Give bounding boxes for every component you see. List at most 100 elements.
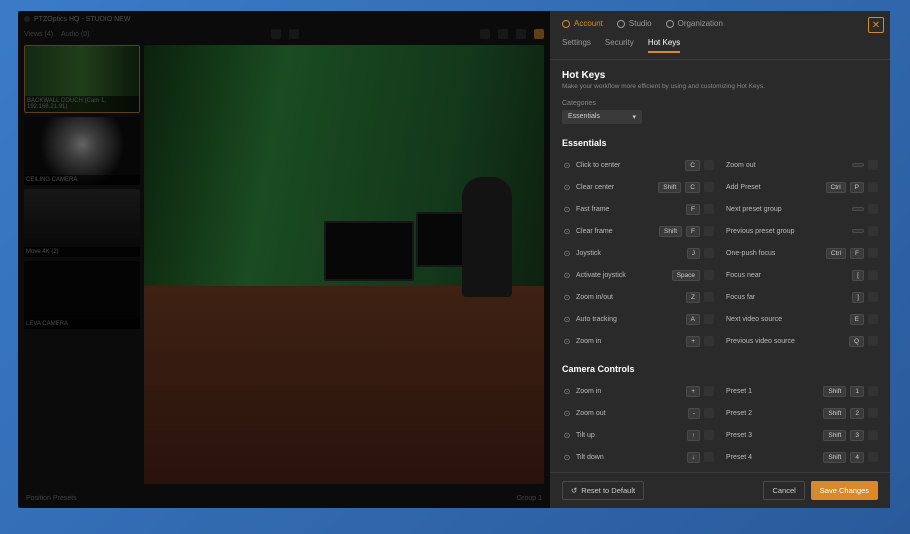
hotkey-name: Zoom in <box>576 338 682 345</box>
action-icon: ⊙ <box>562 182 572 192</box>
edit-hotkey-button[interactable] <box>704 314 714 324</box>
key-badge <box>852 207 864 211</box>
action-icon: ⊙ <box>562 204 572 214</box>
audio-label[interactable]: Audio (0) <box>61 31 89 38</box>
reset-button[interactable]: ↺Reset to Default <box>562 481 644 500</box>
key-badge: ] <box>852 292 864 303</box>
tab-organization[interactable]: Organization <box>666 19 723 28</box>
key-badge: 2 <box>850 408 864 419</box>
edit-hotkey-button[interactable] <box>704 452 714 462</box>
edit-hotkey-button[interactable] <box>868 408 878 418</box>
hotkey-name: Preset 1 <box>726 388 819 395</box>
camera-controls-grid: ⊙Zoom in+Preset 1Shift1⊙Zoom out-Preset … <box>562 382 878 472</box>
edit-hotkey-button[interactable] <box>704 204 714 214</box>
camera-thumbs: BACKWALL COUCH (Cam 1, 192.168.21.91) CE… <box>24 45 140 484</box>
edit-hotkey-button[interactable] <box>868 452 878 462</box>
tab-settings[interactable]: Settings <box>562 38 591 53</box>
hotkey-name: Next preset group <box>726 206 848 213</box>
layout-grid-icon[interactable] <box>271 29 281 39</box>
hotkey-name: Tilt down <box>576 454 683 461</box>
key-badge: Shift <box>823 452 846 463</box>
action-icon: ⊙ <box>562 408 572 418</box>
hotkey-row: Previous preset group <box>726 222 878 240</box>
edit-hotkey-button[interactable] <box>704 292 714 302</box>
layout-list-icon[interactable] <box>289 29 299 39</box>
key-badge: Shift <box>823 430 846 441</box>
edit-hotkey-button[interactable] <box>704 160 714 170</box>
key-badge: C <box>685 160 700 171</box>
app-window: PTZOptics HQ - STUDIO NEW Views (4) Audi… <box>18 11 890 508</box>
main-row: BACKWALL COUCH (Cam 1, 192.168.21.91) CE… <box>18 41 550 488</box>
window-title: PTZOptics HQ - STUDIO NEW <box>34 16 130 23</box>
edit-hotkey-button[interactable] <box>868 160 878 170</box>
hotkey-name: Activate joystick <box>576 272 668 279</box>
hotkey-name: One-push focus <box>726 250 822 257</box>
hotkey-name: Previous preset group <box>726 228 848 235</box>
cancel-button[interactable]: Cancel <box>763 481 804 500</box>
save-button[interactable]: Save Changes <box>811 481 878 500</box>
edit-hotkey-button[interactable] <box>704 430 714 440</box>
action-icon: ⊙ <box>562 248 572 258</box>
key-badge <box>852 229 864 233</box>
edit-hotkey-button[interactable] <box>704 248 714 258</box>
action-icon: ⊙ <box>562 386 572 396</box>
views-label[interactable]: Views (4) <box>24 31 53 38</box>
camera-preview[interactable] <box>144 45 544 484</box>
edit-hotkey-button[interactable] <box>868 292 878 302</box>
hotkey-name: Tilt up <box>576 432 683 439</box>
action-icon: ⊙ <box>562 452 572 462</box>
record-icon[interactable] <box>534 29 544 39</box>
edit-hotkey-button[interactable] <box>868 430 878 440</box>
edit-hotkey-button[interactable] <box>868 204 878 214</box>
tab-studio[interactable]: Studio <box>617 19 652 28</box>
edit-hotkey-button[interactable] <box>704 386 714 396</box>
tool-icon-3[interactable] <box>516 29 526 39</box>
edit-hotkey-button[interactable] <box>868 226 878 236</box>
section-camera-controls: Camera Controls <box>562 364 878 374</box>
edit-hotkey-button[interactable] <box>868 270 878 280</box>
key-badge: F <box>686 226 700 237</box>
key-badge: A <box>686 314 700 325</box>
hotkey-row: ⊙Zoom out- <box>562 404 714 422</box>
tab-account[interactable]: Account <box>562 19 603 28</box>
key-badge: - <box>688 408 700 419</box>
hotkey-row: ⊙Auto trackingA <box>562 310 714 328</box>
hotkey-row: Previous video sourceQ <box>726 332 878 350</box>
camera-thumb[interactable]: BACKWALL COUCH (Cam 1, 192.168.21.91) <box>24 45 140 113</box>
tool-icon-2[interactable] <box>498 29 508 39</box>
thumb-label: CEILING CAMERA <box>24 175 140 185</box>
key-badge: Shift <box>659 226 682 237</box>
key-badge: Ctrl <box>826 248 846 259</box>
close-button[interactable]: ✕ <box>868 17 884 33</box>
tool-icon-1[interactable] <box>480 29 490 39</box>
edit-hotkey-button[interactable] <box>868 314 878 324</box>
hotkey-name: Add Preset <box>726 184 822 191</box>
edit-hotkey-button[interactable] <box>704 408 714 418</box>
edit-hotkey-button[interactable] <box>704 270 714 280</box>
key-badge: Shift <box>658 182 681 193</box>
tab-hotkeys[interactable]: Hot Keys <box>648 38 680 53</box>
edit-hotkey-button[interactable] <box>704 182 714 192</box>
hotkey-row: Focus near[ <box>726 266 878 284</box>
hotkey-name: Next video source <box>726 316 846 323</box>
hotkey-name: Previous video source <box>726 338 845 345</box>
edit-hotkey-button[interactable] <box>868 386 878 396</box>
key-badge: F <box>850 248 864 259</box>
camera-thumb[interactable]: CEILING CAMERA <box>24 117 140 185</box>
categories-select[interactable]: Essentials▾ <box>562 110 642 124</box>
tab-security[interactable]: Security <box>605 38 634 53</box>
edit-hotkey-button[interactable] <box>868 248 878 258</box>
thumb-label: Move 4K (2) <box>24 247 140 257</box>
camera-thumb[interactable]: Move 4K (2) <box>24 189 140 257</box>
edit-hotkey-button[interactable] <box>704 226 714 236</box>
toolbar: Views (4) Audio (0) <box>18 27 550 41</box>
edit-hotkey-button[interactable] <box>868 336 878 346</box>
camera-thumb[interactable]: LEVA CAMERA <box>24 261 140 329</box>
edit-hotkey-button[interactable] <box>868 182 878 192</box>
hotkey-name: Click to center <box>576 162 681 169</box>
org-icon <box>666 20 674 28</box>
edit-hotkey-button[interactable] <box>704 336 714 346</box>
hotkey-row: ⊙Clear frameShiftF <box>562 222 714 240</box>
key-badge: Shift <box>823 386 846 397</box>
panel-scroll[interactable]: Hot Keys Make your workflow more efficie… <box>550 60 890 472</box>
